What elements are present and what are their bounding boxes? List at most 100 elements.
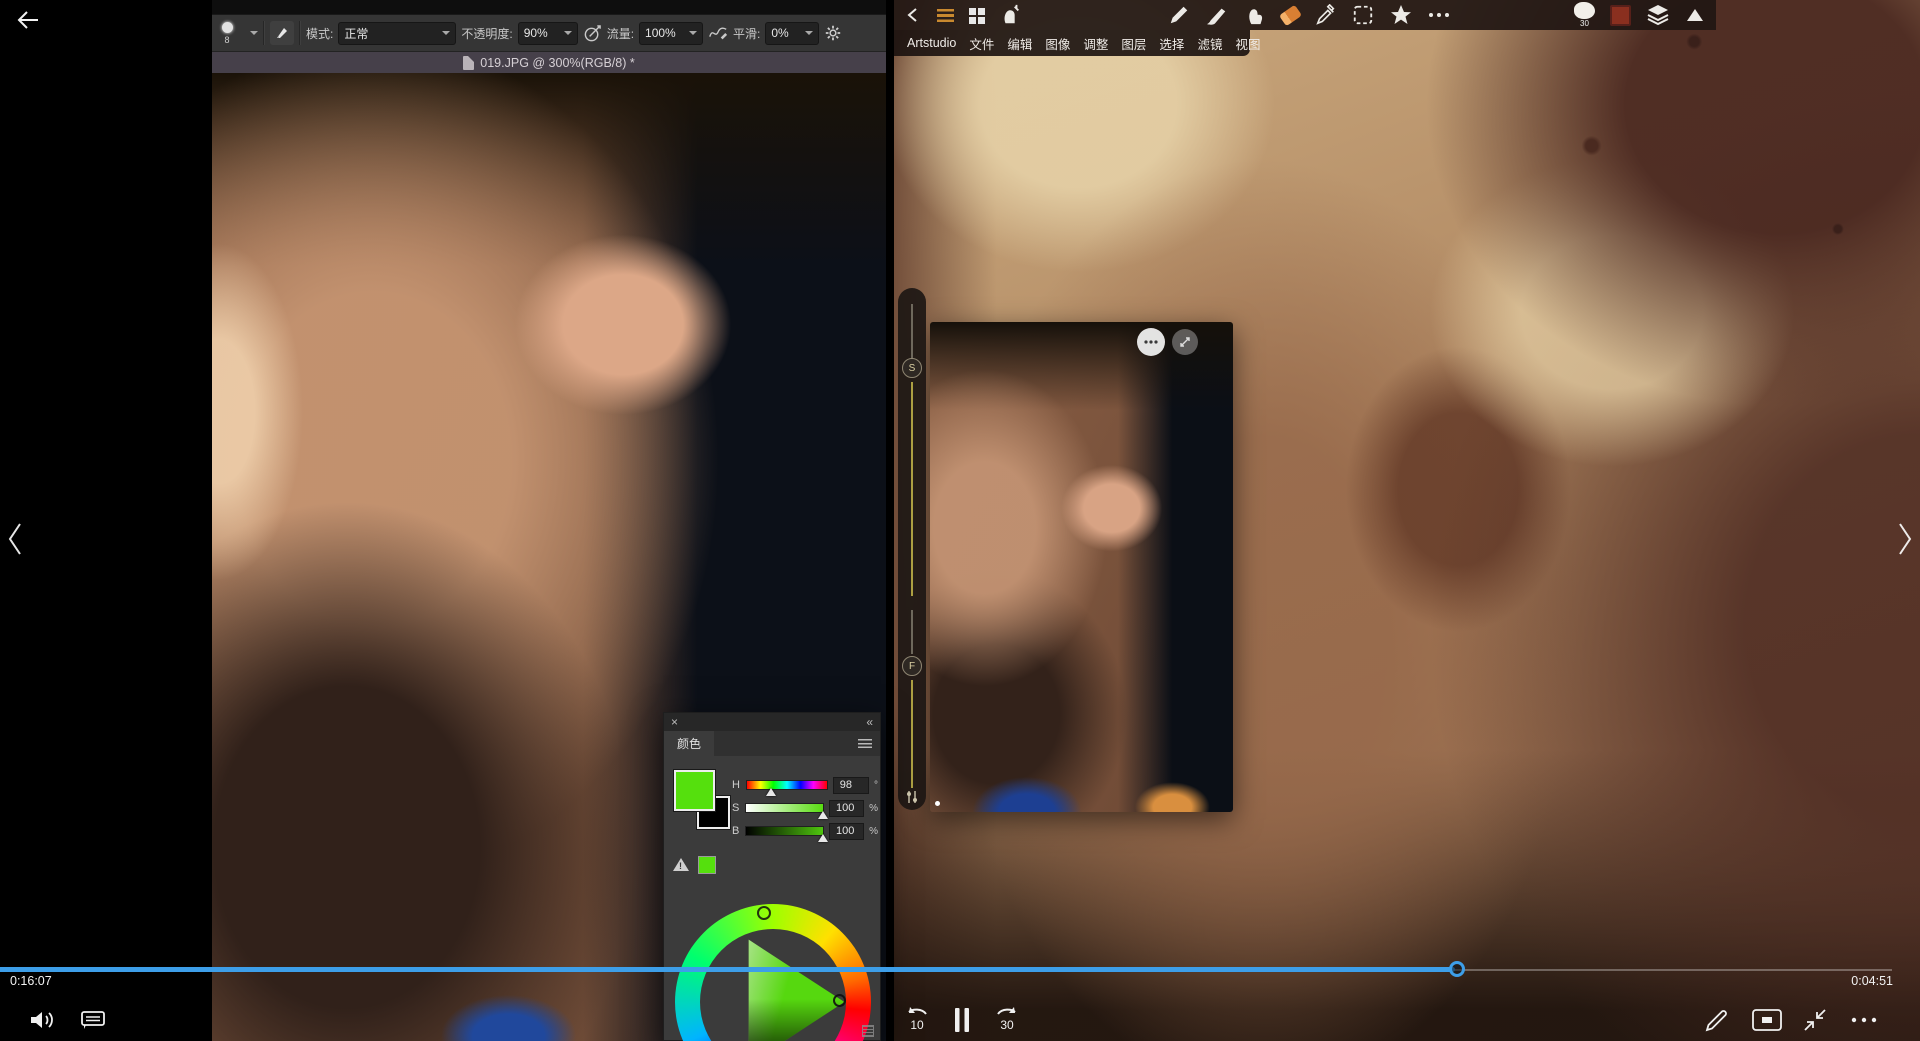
smoothing-icon[interactable] xyxy=(708,24,728,42)
collapse-panel-icon[interactable]: « xyxy=(866,716,873,728)
menu-hamburger-icon[interactable] xyxy=(937,9,954,22)
brush-slider-bar: S F xyxy=(898,288,926,810)
menu-adjust[interactable]: 调整 xyxy=(1083,34,1108,53)
brightness-value[interactable]: 100 xyxy=(829,823,864,840)
hand-pencil-icon[interactable] xyxy=(1000,4,1022,26)
svg-text:10: 10 xyxy=(910,1018,924,1032)
menu-view[interactable]: 视图 xyxy=(1235,34,1260,53)
opacity-value: 90% xyxy=(524,26,548,40)
mode-dropdown[interactable]: 正常 xyxy=(338,22,456,45)
more-options-button[interactable] xyxy=(1844,1004,1884,1036)
hue-ring-selector[interactable] xyxy=(757,906,771,920)
more-tools-icon[interactable] xyxy=(1428,11,1450,19)
color-panel-header: × « xyxy=(664,713,880,731)
brightness-row: B 100 % xyxy=(732,822,878,840)
smudge-tool-icon[interactable] xyxy=(1244,4,1266,26)
chevron-right-icon xyxy=(1895,521,1915,557)
current-color-swatch[interactable] xyxy=(1610,5,1631,26)
hue-unit: ° xyxy=(874,780,878,791)
brush-preview-button[interactable]: 30 xyxy=(1574,2,1595,28)
flow-slider-handle[interactable]: F xyxy=(902,656,922,676)
menu-filter[interactable]: 滤镜 xyxy=(1197,34,1222,53)
remote-keyboard-icon xyxy=(1752,1009,1782,1031)
tab-color[interactable]: 颜色 xyxy=(664,731,714,756)
pause-button[interactable] xyxy=(950,1004,974,1036)
smooth-dropdown[interactable]: 0% xyxy=(765,22,819,45)
menu-select[interactable]: 选择 xyxy=(1159,34,1184,53)
rewind-10-button[interactable]: 10 xyxy=(898,1002,936,1038)
flow-slider-track[interactable] xyxy=(911,680,913,788)
dropdown-caret-icon xyxy=(564,31,572,35)
menu-artstudio[interactable]: Artstudio xyxy=(907,36,956,50)
slider-settings-icon[interactable] xyxy=(904,790,920,804)
remote-keyboard-button[interactable] xyxy=(1748,1004,1786,1036)
hue-value[interactable]: 98 xyxy=(833,777,869,794)
document-title-bar[interactable]: 019.JPG @ 300%(RGB/8) * xyxy=(212,52,886,74)
flow-value: 100% xyxy=(645,26,676,40)
saturation-value[interactable]: 100 xyxy=(829,800,864,817)
exit-fullscreen-button[interactable] xyxy=(1798,1004,1832,1036)
back-chevron-icon[interactable] xyxy=(904,5,922,25)
volume-button[interactable] xyxy=(26,1004,60,1036)
brightness-slider[interactable] xyxy=(745,826,824,836)
size-slider-track[interactable] xyxy=(911,382,913,596)
mini-window-more-button[interactable] xyxy=(1137,328,1165,356)
saturation-slider[interactable] xyxy=(745,803,824,813)
eraser-tool-icon[interactable] xyxy=(1279,4,1302,26)
brush-preset-caret-icon[interactable] xyxy=(250,31,258,35)
previous-video-button[interactable] xyxy=(2,515,28,563)
gamut-warning-icon[interactable]: ! xyxy=(673,858,689,871)
opacity-dropdown[interactable]: 90% xyxy=(518,22,578,45)
dropdown-caret-icon xyxy=(805,31,813,35)
remaining-time: 0:04:51 xyxy=(1851,974,1893,988)
menu-edit[interactable]: 编辑 xyxy=(1007,34,1032,53)
close-icon[interactable]: × xyxy=(671,716,678,728)
volume-icon xyxy=(29,1008,57,1032)
color-wheel[interactable] xyxy=(675,904,871,1041)
star-favorites-icon[interactable] xyxy=(1389,3,1413,27)
foreground-swatch[interactable] xyxy=(674,770,715,811)
saturation-slider-handle[interactable] xyxy=(818,811,828,819)
document-icon xyxy=(463,56,474,70)
brush-panel-toggle-button[interactable] xyxy=(270,21,294,45)
mini-window-expand-button[interactable] xyxy=(1172,329,1198,355)
menu-layer[interactable]: 图层 xyxy=(1121,34,1146,53)
triangle-selector[interactable] xyxy=(833,994,846,1007)
subtitles-button[interactable] xyxy=(76,1004,110,1036)
size-slider-handle[interactable]: S xyxy=(902,358,922,378)
saturation-unit: % xyxy=(869,803,878,814)
gallery-grid-icon[interactable] xyxy=(969,8,976,15)
pencil-icon xyxy=(1704,1007,1730,1033)
hue-slider-handle[interactable] xyxy=(766,788,776,796)
resize-grip-icon[interactable] xyxy=(862,1025,874,1037)
eyedropper-tool-icon[interactable] xyxy=(1315,4,1337,26)
brightness-unit: % xyxy=(869,826,878,837)
panel-toggle-triangle-icon[interactable] xyxy=(1685,6,1705,24)
color-panel-tabs: 颜色 xyxy=(664,731,880,756)
photoshop-pane: 8 模式: 正常 不透明度: 90% xyxy=(212,0,886,1041)
hue-row: H 98 ° xyxy=(732,776,878,794)
dropdown-caret-icon xyxy=(689,31,697,35)
panel-menu-icon[interactable] xyxy=(858,739,872,748)
gear-icon[interactable] xyxy=(824,24,842,42)
pencil-tool-icon[interactable] xyxy=(1168,4,1190,26)
smooth-label: 平滑: xyxy=(733,25,760,42)
airbrush-icon[interactable] xyxy=(583,24,602,43)
hue-slider[interactable] xyxy=(746,780,828,790)
brightness-slider-handle[interactable] xyxy=(818,834,828,842)
hue-label: H xyxy=(732,779,741,791)
paintbrush-tool-icon[interactable] xyxy=(1205,4,1229,26)
brush-preset-preview[interactable]: 8 xyxy=(215,22,239,45)
reference-mini-window[interactable] xyxy=(930,322,1233,812)
layers-icon[interactable] xyxy=(1646,4,1670,26)
next-video-button[interactable] xyxy=(1892,515,1918,563)
gamut-color-swatch[interactable] xyxy=(698,856,716,874)
menu-file[interactable]: 文件 xyxy=(969,34,994,53)
flow-dropdown[interactable]: 100% xyxy=(639,22,703,45)
annotate-button[interactable] xyxy=(1700,1004,1734,1036)
menu-image[interactable]: 图像 xyxy=(1045,34,1070,53)
forward-30-button[interactable]: 30 xyxy=(988,1002,1026,1038)
selection-tool-icon[interactable] xyxy=(1352,4,1374,26)
player-back-button[interactable] xyxy=(14,6,42,34)
progress-fill xyxy=(0,967,1455,972)
